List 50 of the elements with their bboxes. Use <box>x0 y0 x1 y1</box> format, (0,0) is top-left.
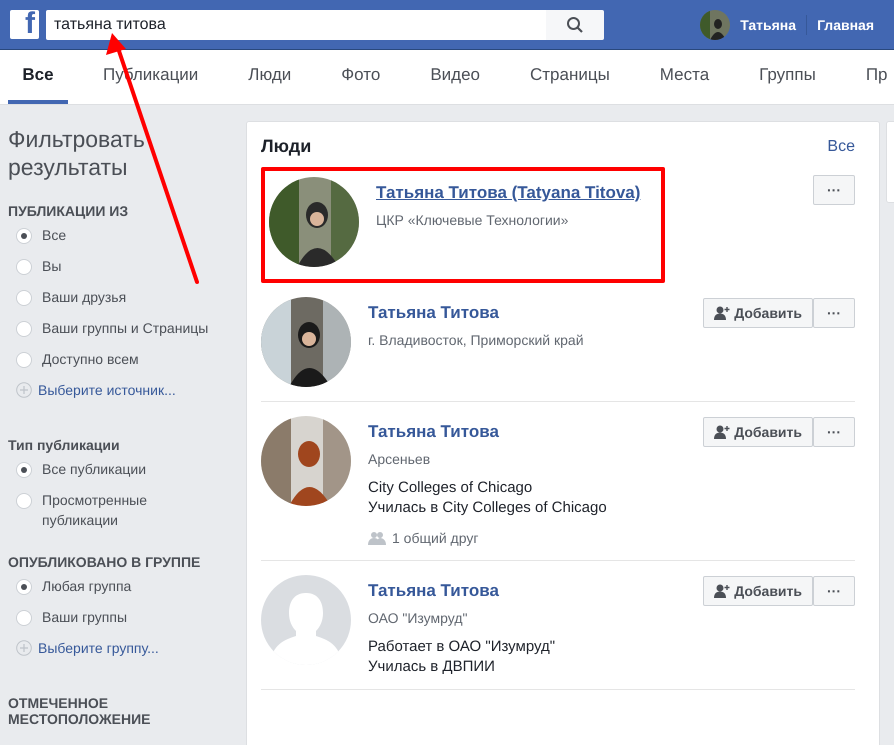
person-subtitle: ОАО "Изумруд" <box>368 610 468 626</box>
tab[interactable]: Все <box>8 50 68 104</box>
radio-label[interactable]: Все <box>42 225 66 245</box>
add-friend-button[interactable]: Добавить <box>703 298 813 328</box>
person-name-link[interactable]: Татьяна Титова (Tatyana Titova) <box>376 183 640 203</box>
section-heading: Тип публикации <box>8 437 121 453</box>
more-button[interactable]: ··· <box>813 298 855 328</box>
home-link[interactable]: Главная <box>807 16 884 32</box>
tab[interactable]: Места <box>660 50 710 104</box>
radio-label[interactable]: Все публикации <box>42 459 146 479</box>
person-name-link[interactable]: Татьяна Титова <box>368 581 499 601</box>
person-name-link[interactable]: Татьяна Титова <box>368 422 499 442</box>
sidebar-title: Фильтровать результаты <box>8 125 146 181</box>
see-all-link[interactable]: Все <box>827 138 855 156</box>
radio-label[interactable]: Ваши группы <box>42 607 128 627</box>
person-detail: Училась в City Colleges of Chicago <box>368 499 607 516</box>
add-friend-button[interactable]: Добавить <box>703 417 813 447</box>
more-button[interactable]: ··· <box>813 417 855 447</box>
tab[interactable]: Фото <box>341 50 380 104</box>
more-button[interactable]: ··· <box>813 175 855 205</box>
section-heading: ОТМЕЧЕННОЕ МЕСТОПОЛОЖЕНИЕ <box>8 695 152 727</box>
person-detail: Училась в ДВПИИ <box>368 658 495 675</box>
person-subtitle: г. Владивосток, Приморский край <box>368 332 584 348</box>
radio-label[interactable]: Ваши группы и Страницы <box>42 318 208 338</box>
tab[interactable]: Страницы <box>530 50 610 104</box>
add-filter-link[interactable]: Выберите источник... <box>38 380 176 400</box>
add-filter-link[interactable]: Выберите группу... <box>38 638 159 658</box>
radio-label[interactable]: Любая группа <box>42 576 132 596</box>
tab[interactable]: Видео <box>430 50 480 104</box>
radio-label[interactable]: Ваши друзья <box>42 287 126 307</box>
card-title: Люди <box>261 136 312 157</box>
section-heading: ПУБЛИКАЦИИ ИЗ <box>8 203 130 219</box>
person-subtitle: Арсеньев <box>368 451 430 467</box>
mutual-friends: 1 общий друг <box>392 530 478 546</box>
tab[interactable]: Пр <box>866 50 888 104</box>
tab[interactable]: Группы <box>759 50 816 104</box>
section-heading: ОПУБЛИКОВАНО В ГРУППЕ <box>8 554 202 570</box>
person-subtitle: ЦКР «Ключевые Технологии» <box>376 212 568 228</box>
radio-label[interactable]: Доступно всем <box>42 349 139 369</box>
search-field[interactable]: татьяна титова <box>46 10 546 40</box>
logo[interactable]: f <box>10 10 39 39</box>
profile-link[interactable]: Татьяна <box>730 16 806 32</box>
more-button[interactable]: ··· <box>813 576 855 606</box>
person-detail: City Colleges of Chicago <box>368 479 532 496</box>
radio-label[interactable]: Вы <box>42 256 62 276</box>
tab[interactable]: Люди <box>248 50 292 104</box>
add-friend-button[interactable]: Добавить <box>703 576 813 606</box>
person-name-link[interactable]: Татьяна Титова <box>368 303 499 323</box>
radio-label[interactable]: Просмотренные публикации <box>42 490 220 530</box>
person-detail: Работает в ОАО "Изумруд" <box>368 638 556 655</box>
